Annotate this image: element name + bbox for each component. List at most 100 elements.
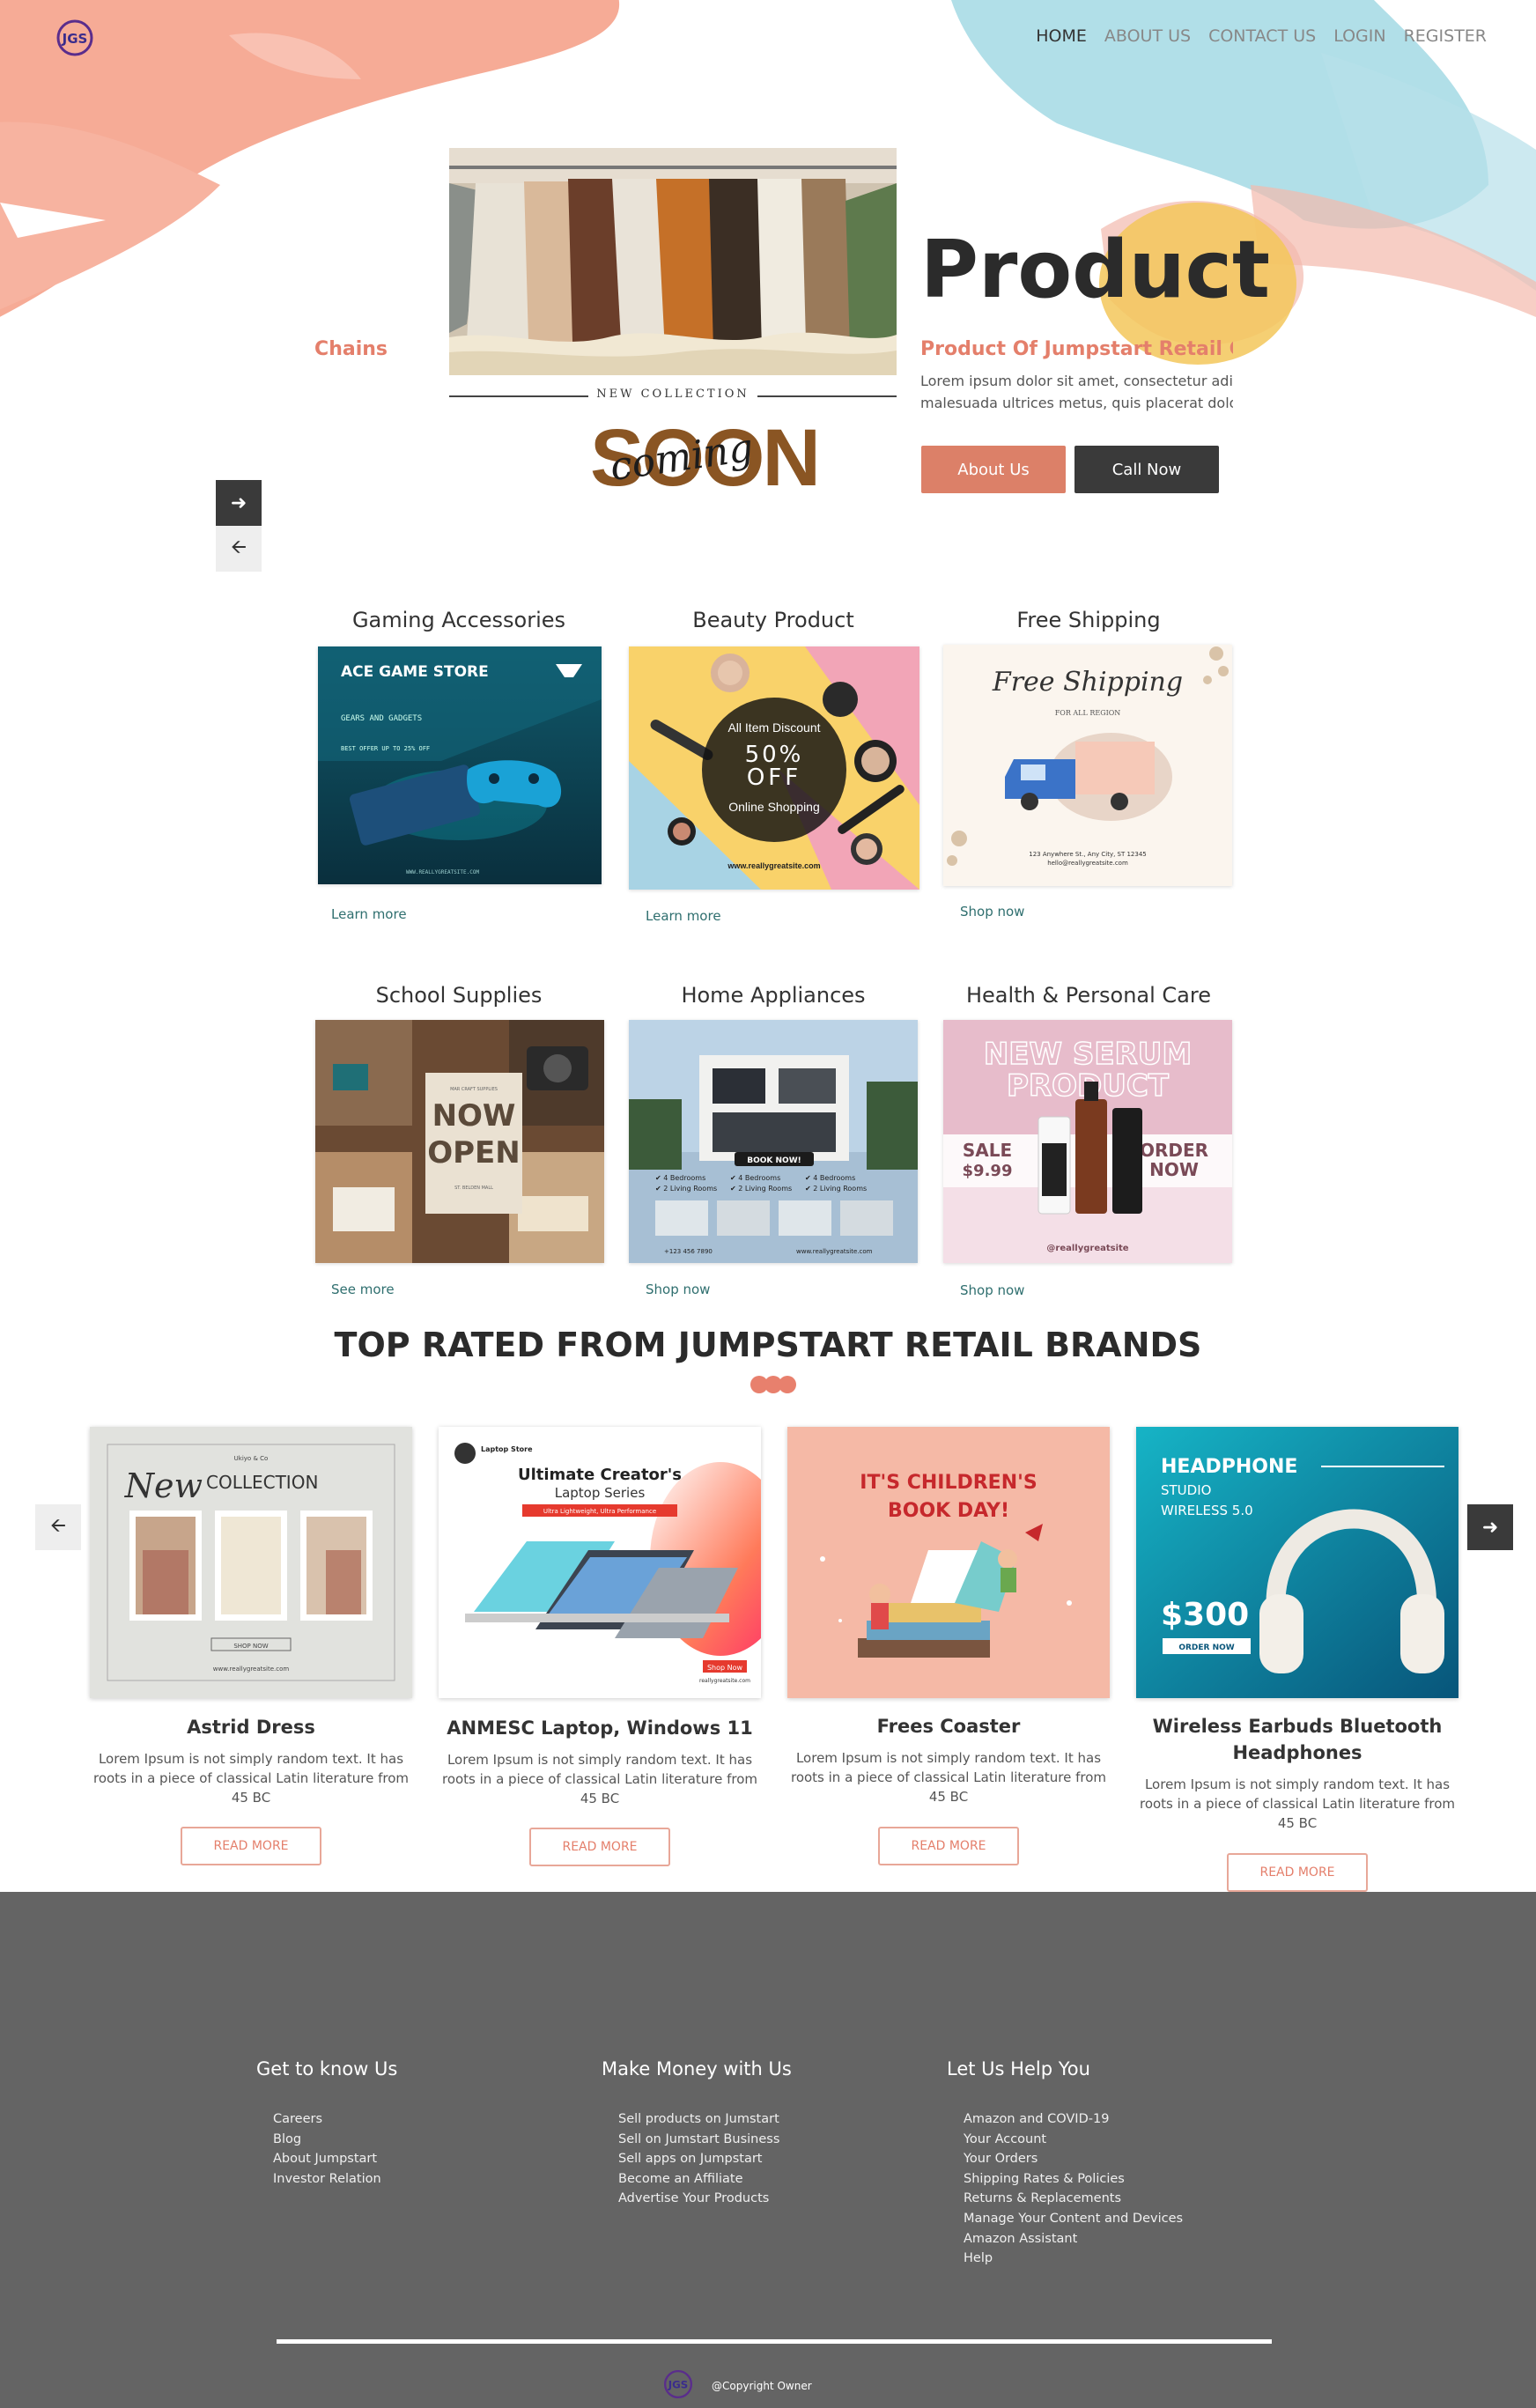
footer-col1-title: Get to know Us [256,2058,398,2079]
beauty-learn-more-link[interactable]: Learn more [646,908,721,924]
nav-about-us[interactable]: ABOUT US [1104,26,1191,46]
call-now-button[interactable]: Call Now [1074,446,1219,493]
svg-text:BOOK DAY!: BOOK DAY! [888,1500,1009,1522]
svg-text:✔ 2 Living Rooms: ✔ 2 Living Rooms [655,1185,717,1193]
footer-link-account[interactable]: Your Account [964,2130,1183,2150]
copyright-text: @Copyright Owner [712,2380,812,2392]
about-us-button[interactable]: About Us [921,446,1066,493]
svg-text:reallygreatsite.com: reallygreatsite.com [699,1678,750,1684]
svg-text:www.reallygreatsite.com: www.reallygreatsite.com [796,1248,873,1255]
health-care-image[interactable]: NEW SERUM PRODUCT SALE $9.99 ORDER NOW @… [943,1020,1232,1263]
product-name: Astrid Dress [187,1717,315,1738]
svg-text:ORDER NOW: ORDER NOW [1178,1643,1234,1652]
svg-text:STUDIO: STUDIO [1161,1482,1211,1498]
svg-text:JGS: JGS [668,2379,688,2391]
svg-text:Laptop Store: Laptop Store [481,1445,533,1453]
free-shipping-image[interactable]: Free Shipping FOR ALL REGION 123 Anywher… [943,645,1232,886]
laptop-image[interactable]: Laptop Store Ultimate Creator's Laptop S… [439,1427,761,1698]
carousel-prev-arrow-icon[interactable]: 🡨 [35,1504,81,1550]
health-shop-now-link[interactable]: Shop now [960,1282,1024,1298]
read-more-button[interactable]: READ MORE [529,1828,670,1866]
footer-link-covid[interactable]: Amazon and COVID-19 [964,2109,1183,2130]
section-dots-decoration [750,1376,798,1393]
footer-link-careers[interactable]: Careers [273,2109,381,2130]
svg-text:123 Anywhere St., Any City, ST: 123 Anywhere St., Any City, ST 12345 [1029,851,1147,858]
new-collection-label: NEW COLLECTION [449,384,897,409]
school-supplies-image[interactable]: MAR CRAFT SUPPLIES NOW OPEN ST. BELDEN M… [315,1020,604,1263]
svg-text:Laptop Series: Laptop Series [555,1485,646,1501]
svg-text:FOR ALL REGION: FOR ALL REGION [1055,709,1121,717]
svg-text:IT'S CHILDREN'S: IT'S CHILDREN'S [860,1472,1037,1494]
footer-link-assistant[interactable]: Amazon Assistant [964,2229,1183,2249]
hero-description: Lorem ipsum dolor sit amet, consectetur … [920,373,1233,411]
footer-link-manage-content[interactable]: Manage Your Content and Devices [964,2209,1183,2229]
footer-link-sell-business[interactable]: Sell on Jumstart Business [618,2130,779,2150]
svg-text:JGS: JGS [62,31,88,47]
home-appliances-image[interactable]: BOOK NOW! ✔ 4 Bedrooms ✔ 2 Living Rooms … [629,1020,918,1263]
svg-text:ORDER: ORDER [1140,1140,1208,1161]
hero-prev-arrow-icon[interactable]: 🡨 [216,526,262,572]
svg-text:ST. BELDEN MALL: ST. BELDEN MALL [454,1186,493,1191]
footer-link-sell-apps[interactable]: Sell apps on Jumpstart [618,2149,779,2169]
category-title-home: Home Appliances [681,983,866,1008]
hero-section: JGS HOME ABOUT US CONTACT US LOGIN REGIS… [0,0,1536,581]
svg-text:$300: $300 [1161,1597,1249,1633]
nav-contact-us[interactable]: CONTACT US [1208,26,1316,46]
gaming-store-image[interactable]: ACE GAME STORE GEARS AND GADGETS BEST OF… [318,646,602,884]
footer-jgs-logo[interactable]: JGS [662,2369,694,2399]
product-name: Wireless Earbuds Bluetooth Headphones [1152,1716,1443,1763]
read-more-button[interactable]: READ MORE [1227,1853,1368,1892]
school-see-more-link[interactable]: See more [331,1282,395,1297]
svg-text:OPEN: OPEN [427,1135,521,1171]
svg-text:www.reallygreatsite.com: www.reallygreatsite.com [213,1666,290,1673]
product-name: ANMESC Laptop, Windows 11 [447,1717,753,1739]
svg-text:✔ 4 Bedrooms: ✔ 4 Bedrooms [805,1174,855,1182]
footer-link-about[interactable]: About Jumpstart [273,2149,381,2169]
hero-clothing-image [449,148,897,375]
beauty-product-image[interactable]: All Item Discount 50% OFF Online Shoppin… [629,646,919,890]
category-title-school: School Supplies [375,983,543,1008]
svg-text:All Item Discount: All Item Discount [727,720,820,735]
footer-divider [277,2339,1272,2344]
footer-link-affiliate[interactable]: Become an Affiliate [618,2169,779,2190]
category-title-gaming: Gaming Accessories [351,608,566,632]
read-more-button[interactable]: READ MORE [878,1827,1019,1865]
svg-text:Ukiyo & Co: Ukiyo & Co [234,1455,269,1462]
footer-link-shipping[interactable]: Shipping Rates & Policies [964,2169,1183,2190]
svg-text:New: New [124,1466,203,1505]
footer-link-returns[interactable]: Returns & Replacements [964,2189,1183,2209]
main-nav: HOME ABOUT US CONTACT US LOGIN REGISTER [1036,26,1487,46]
svg-text:WIRELESS 5.0: WIRELESS 5.0 [1161,1503,1253,1518]
svg-text:Ultra Lightweight, Ultra Perfo: Ultra Lightweight, Ultra Performance [543,1508,656,1515]
svg-text:Online Shopping: Online Shopping [728,800,820,814]
footer-link-help[interactable]: Help [964,2249,1183,2269]
svg-text:COLLECTION: COLLECTION [206,1472,318,1493]
carousel-next-arrow-icon[interactable]: ➜ [1467,1504,1513,1550]
svg-text:Shop Now: Shop Now [707,1664,743,1672]
astrid-dress-image[interactable]: Ukiyo & Co New COLLECTION SHOP NOW www.r… [90,1427,412,1698]
svg-text:@reallygreatsite: @reallygreatsite [1046,1244,1128,1253]
read-more-button[interactable]: READ MORE [181,1827,321,1865]
svg-text:hello@reallygreatsite.com: hello@reallygreatsite.com [1047,860,1128,867]
category-title-beauty: Beauty Product [692,608,854,632]
childrens-book-day-image[interactable]: IT'S CHILDREN'S BOOK DAY! [787,1427,1110,1698]
footer-link-blog[interactable]: Blog [273,2130,381,2150]
shipping-shop-now-link[interactable]: Shop now [960,904,1024,920]
svg-text:MAR CRAFT SUPPLIES: MAR CRAFT SUPPLIES [450,1087,498,1092]
svg-text:Free Shipping: Free Shipping [992,667,1183,698]
footer-link-investor[interactable]: Investor Relation [273,2169,381,2190]
footer-col2-title: Make Money with Us [602,2058,792,2079]
hero-next-arrow-icon[interactable]: ➜ [216,480,262,526]
footer-link-sell-products[interactable]: Sell products on Jumstart [618,2109,779,2130]
home-shop-now-link[interactable]: Shop now [646,1282,710,1297]
gaming-learn-more-link[interactable]: Learn more [331,906,407,922]
nav-register[interactable]: REGISTER [1404,26,1487,46]
svg-text:OFF: OFF [747,765,801,791]
headphone-image[interactable]: HEADPHONE STUDIO WIRELESS 5.0 $300 ORDER… [1136,1427,1458,1698]
hero-title: Product [920,224,1271,316]
nav-login[interactable]: LOGIN [1333,26,1385,46]
jgs-logo[interactable]: JGS [55,19,95,56]
footer-link-advertise[interactable]: Advertise Your Products [618,2189,779,2209]
nav-home[interactable]: HOME [1036,26,1087,46]
footer-link-orders[interactable]: Your Orders [964,2149,1183,2169]
